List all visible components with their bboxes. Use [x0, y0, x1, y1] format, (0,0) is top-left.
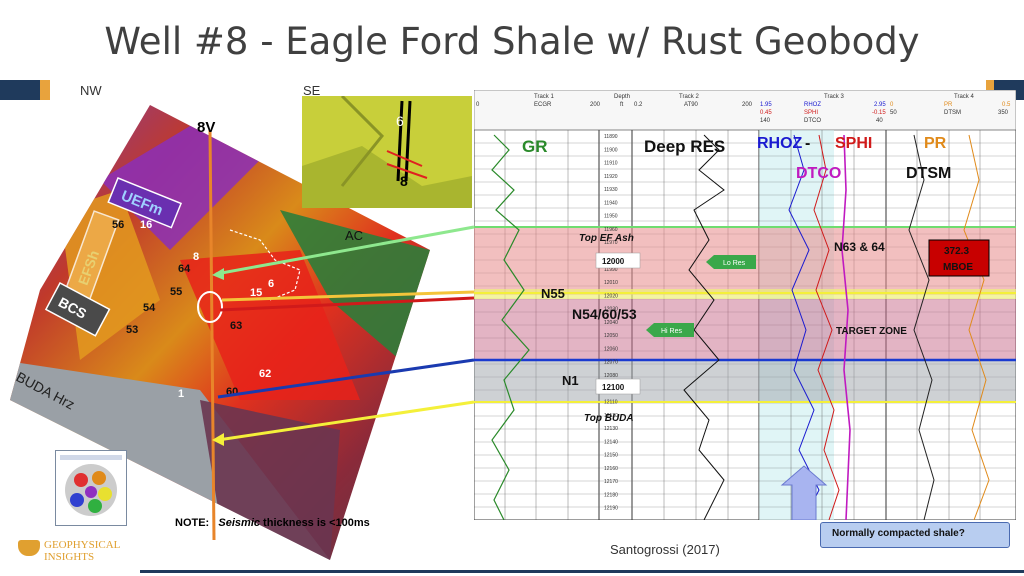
footer-line [140, 570, 1024, 573]
note-italic: Seismic [218, 517, 260, 529]
seismic-note: NOTE: Seismic thickness is <100ms [175, 517, 370, 529]
callout-text: Normally compacted shale? [832, 528, 965, 539]
color-legend [55, 450, 127, 526]
logo-line-1: GEOPHYSICAL [44, 539, 121, 551]
connector-lines [212, 225, 475, 446]
citation: Santogrossi (2017) [610, 542, 720, 557]
note-rest: thickness is <100ms [260, 517, 370, 529]
logo-line-2: INSIGHTS [44, 551, 95, 563]
note-prefix: NOTE: [175, 517, 210, 529]
